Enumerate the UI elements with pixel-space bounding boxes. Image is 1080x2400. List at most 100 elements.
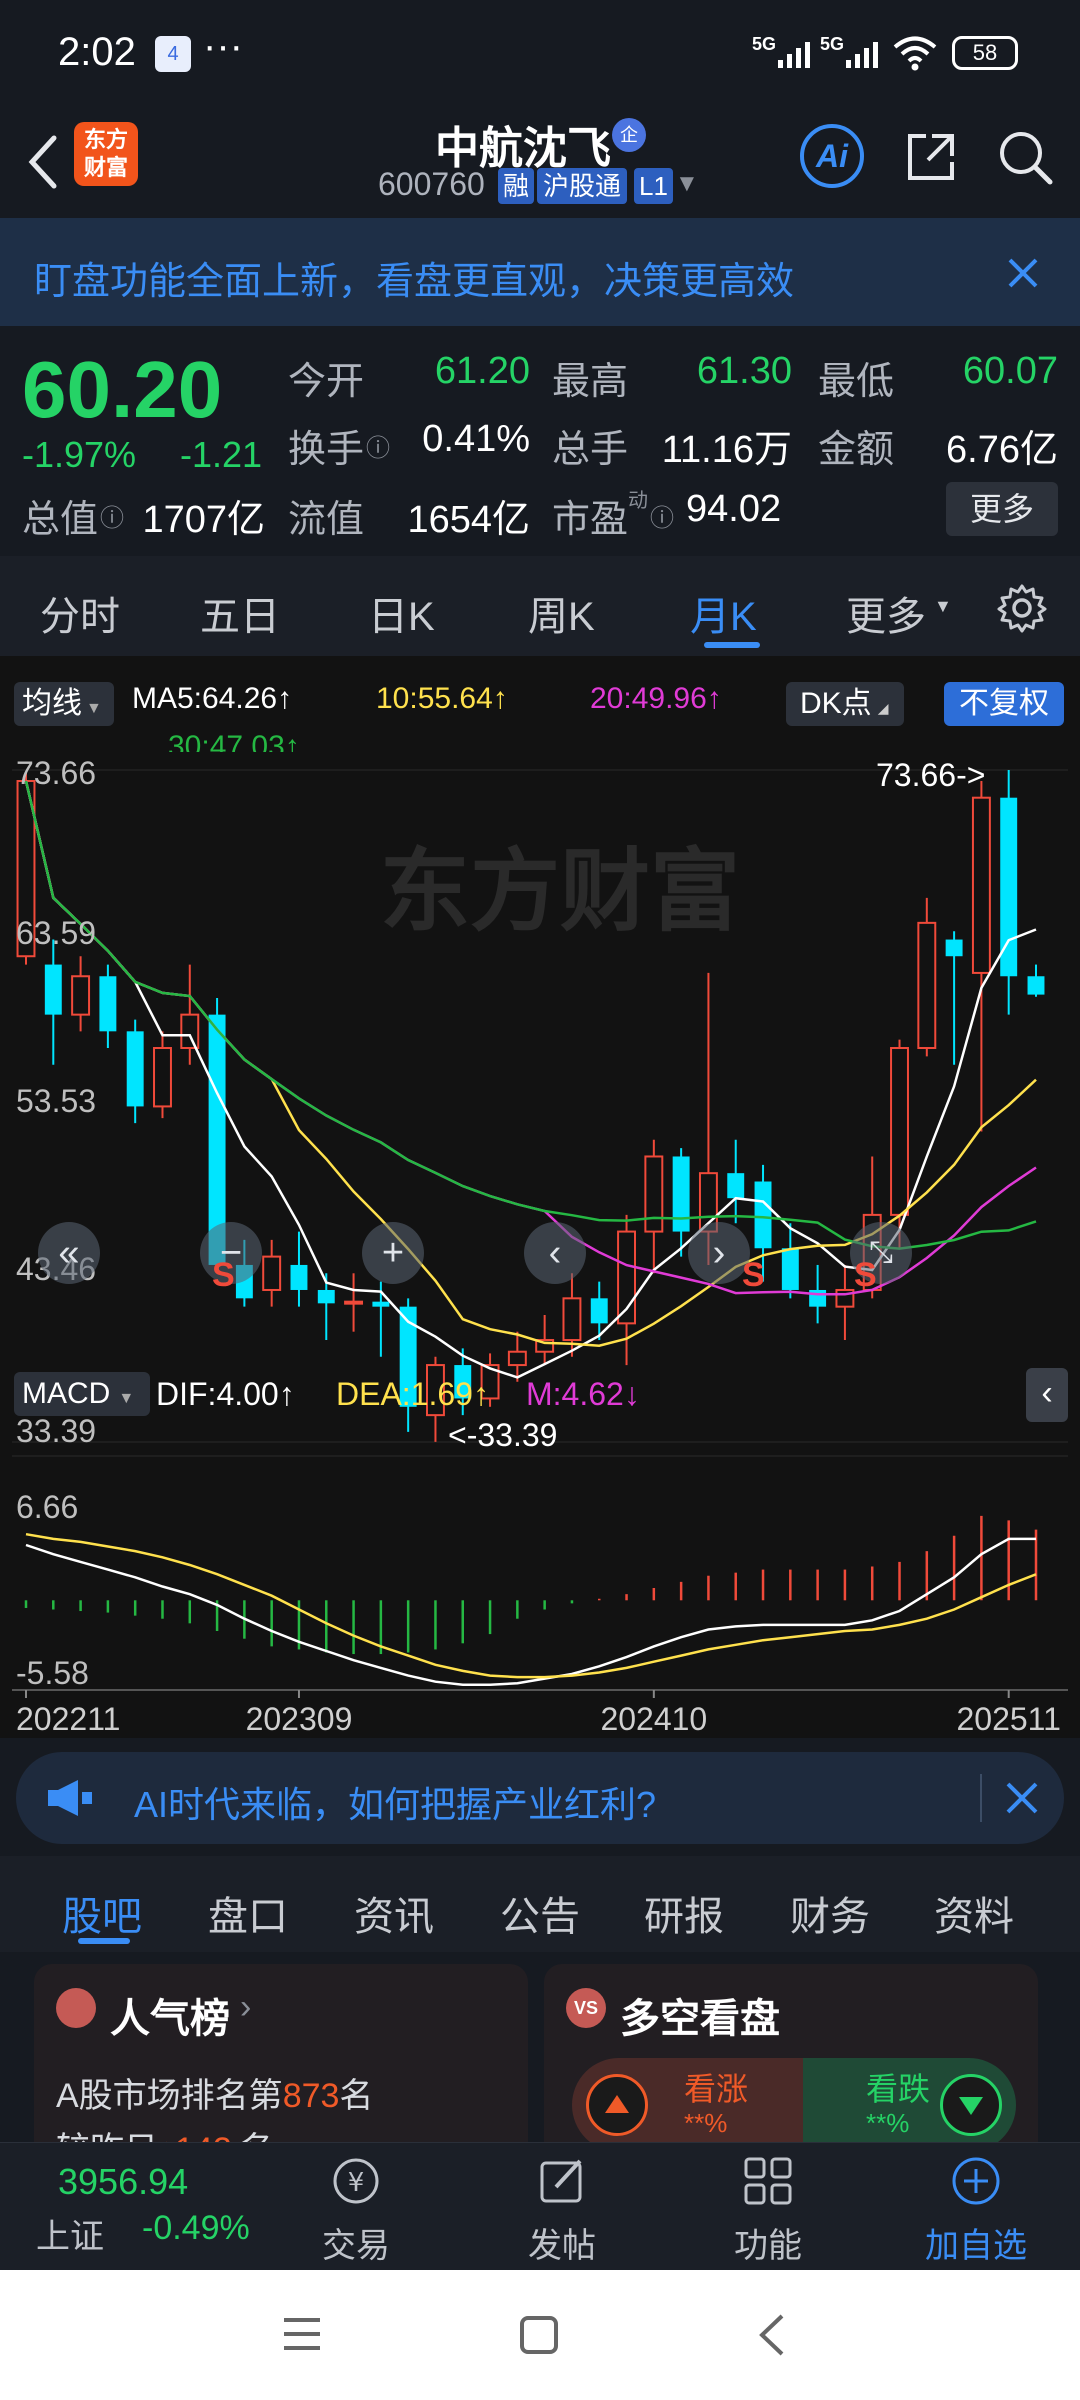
sell-marker-icon: S bbox=[854, 1256, 877, 1294]
zoom-in-button[interactable]: + bbox=[362, 1222, 424, 1284]
tab-announcements[interactable]: 公告 bbox=[500, 1884, 580, 1942]
ai-assistant-button[interactable]: Ai bbox=[800, 124, 864, 188]
battery-icon: 58 bbox=[952, 36, 1018, 70]
back-icon[interactable] bbox=[754, 2312, 790, 2358]
change-amount: -1.21 bbox=[180, 434, 263, 475]
long-short-title: 多空看盘 bbox=[620, 1997, 780, 2041]
caret-down-icon: ▼ bbox=[118, 1390, 135, 1407]
vote-up-button[interactable] bbox=[586, 2074, 648, 2136]
close-icon[interactable] bbox=[1006, 256, 1040, 290]
high-value: 61.30 bbox=[696, 350, 792, 392]
price-tick-label: 33.39 bbox=[16, 1413, 96, 1449]
dif-value: DIF:4.00↑ bbox=[156, 1376, 295, 1412]
kline-chart-area[interactable]: 均线 ▼ MA5:64.26↑ 10:55.64↑ 20:49.96↑ 30:47… bbox=[0, 656, 1080, 1738]
tab-profile[interactable]: 资料 bbox=[934, 1884, 1014, 1942]
candle-body-up bbox=[344, 1300, 364, 1305]
tab-five-day[interactable]: 五日 bbox=[200, 584, 280, 642]
rank-value: 873 bbox=[282, 2077, 340, 2115]
signal-5g-label-2: 5G bbox=[820, 34, 845, 54]
plus-circle-icon bbox=[952, 2157, 1000, 2205]
index-value: 3956.94 bbox=[58, 2161, 189, 2202]
pe-label: 市盈 bbox=[552, 499, 629, 541]
candle-body-down bbox=[317, 1289, 335, 1304]
chevron-down-icon[interactable]: ▼ bbox=[675, 170, 699, 198]
tab-guba[interactable]: 股吧 bbox=[62, 1884, 142, 1942]
current-price: 60.20 bbox=[22, 345, 223, 434]
candle-body-up bbox=[890, 1047, 909, 1216]
pe-type-label: 动 bbox=[628, 490, 648, 512]
menu-icon[interactable] bbox=[280, 2314, 324, 2354]
macd-selector[interactable]: MACD ▼ bbox=[14, 1372, 150, 1416]
rewind-button[interactable]: « bbox=[38, 1222, 100, 1284]
share-icon[interactable] bbox=[902, 128, 960, 186]
status-more-icon: ··· bbox=[203, 24, 243, 68]
watermark: 东方财富 bbox=[380, 842, 740, 942]
chevron-left-icon: ‹ bbox=[1041, 1374, 1053, 1412]
macd-selector-label: MACD bbox=[22, 1377, 111, 1410]
max-price-marker: 73.66-> bbox=[876, 757, 985, 793]
nav-function[interactable]: 功能 bbox=[688, 2153, 848, 2267]
back-arrow-icon[interactable] bbox=[22, 130, 62, 194]
stock-code: 600760 bbox=[378, 166, 485, 202]
collapse-panel-button[interactable]: ‹ bbox=[1026, 1368, 1068, 1422]
info-icon[interactable]: ⓘ bbox=[366, 428, 390, 463]
vote-down-button[interactable] bbox=[940, 2074, 1002, 2136]
close-icon[interactable] bbox=[1004, 1780, 1040, 1816]
bottom-nav: 3956.94 上证 -0.49% ¥ 交易 发帖 功能 加自选 bbox=[0, 2142, 1080, 2270]
tab-pankou[interactable]: 盘口 bbox=[208, 1884, 288, 1942]
nav-trade[interactable]: ¥ 交易 bbox=[276, 2153, 436, 2267]
nav-add-watchlist[interactable]: 加自选 bbox=[896, 2153, 1056, 2267]
long-short-card[interactable]: VS 多空看盘 看涨 **% 看跌 **% bbox=[544, 1964, 1038, 2142]
x-tick-label: 202511 bbox=[956, 1701, 1060, 1737]
volume-value: 11.16万 bbox=[661, 429, 792, 471]
candle-body-down bbox=[945, 939, 963, 957]
tab-research[interactable]: 研报 bbox=[644, 1884, 724, 1942]
nav-post[interactable]: 发帖 bbox=[482, 2153, 642, 2267]
section-tabs: 股吧 盘口 资讯 公告 研报 财务 资料 bbox=[0, 1856, 1080, 1952]
scroll-left-button[interactable]: ‹ bbox=[524, 1222, 586, 1284]
high-label: 最高 bbox=[552, 361, 629, 403]
ad-bar[interactable]: AI时代来临，如何把握产业红利? bbox=[16, 1752, 1064, 1844]
candle-body-up bbox=[507, 1350, 527, 1367]
ma20-value: 20:49.96↑ bbox=[590, 682, 722, 715]
settings-gear-icon[interactable] bbox=[996, 582, 1048, 634]
nav-trade-label: 交易 bbox=[322, 2227, 390, 2265]
no-adjust-button[interactable]: 不复权 bbox=[944, 682, 1064, 726]
info-icon[interactable]: ⓘ bbox=[100, 498, 124, 533]
tab-daily-k[interactable]: 日K bbox=[368, 584, 435, 642]
caret-down-icon: ▼ bbox=[934, 596, 952, 616]
megaphone-icon bbox=[48, 1780, 92, 1816]
candle-body-up bbox=[971, 796, 991, 974]
index-ticker[interactable]: 3956.94 上证 -0.49% bbox=[20, 2151, 260, 2261]
ma-selector[interactable]: 均线 ▼ bbox=[14, 682, 114, 726]
candle-body-down bbox=[372, 1301, 390, 1307]
info-icon[interactable]: ⓘ bbox=[650, 498, 674, 533]
tab-monthly-k[interactable]: 月K bbox=[690, 584, 757, 642]
home-square-icon[interactable] bbox=[518, 2314, 560, 2356]
search-icon[interactable] bbox=[996, 128, 1056, 188]
more-info-button[interactable]: 更多 bbox=[946, 482, 1058, 536]
candle-body-down bbox=[590, 1298, 608, 1324]
tab-weekly-k[interactable]: 周K bbox=[528, 584, 595, 642]
scroll-right-button[interactable]: › bbox=[688, 1222, 750, 1284]
wifi-icon bbox=[893, 36, 937, 71]
price-tick-label: 53.53 bbox=[16, 1083, 96, 1119]
ma5-value: MA5:64.26↑ bbox=[132, 682, 293, 715]
ma10-value: 10:55.64↑ bbox=[376, 682, 508, 715]
chevron-right-icon[interactable]: › bbox=[240, 1988, 251, 2027]
promo-banner[interactable]: 盯盘功能全面上新，看盘更直观，决策更高效 bbox=[0, 218, 1080, 326]
pe-value: 94.02 bbox=[686, 488, 782, 530]
tab-finance[interactable]: 财务 bbox=[790, 1884, 870, 1942]
tab-more[interactable]: 更多 bbox=[846, 584, 926, 642]
dk-point-button[interactable]: DK点 ◢ bbox=[786, 682, 904, 726]
dea-value: DEA:1.69↑ bbox=[336, 1376, 489, 1412]
up-arrow-icon: ↑ bbox=[158, 2131, 175, 2142]
edit-icon bbox=[540, 2159, 582, 2203]
ma-selector-label: 均线 bbox=[22, 687, 82, 720]
candle-body-down bbox=[754, 1181, 772, 1249]
candle-body-up bbox=[71, 975, 91, 1016]
popularity-card[interactable]: 人气榜 › A股市场排名第873名 较昨日↑142名 bbox=[34, 1964, 528, 2142]
tab-timeshare[interactable]: 分时 bbox=[40, 584, 120, 642]
tab-news[interactable]: 资讯 bbox=[354, 1884, 434, 1942]
signal-icon bbox=[778, 42, 810, 68]
